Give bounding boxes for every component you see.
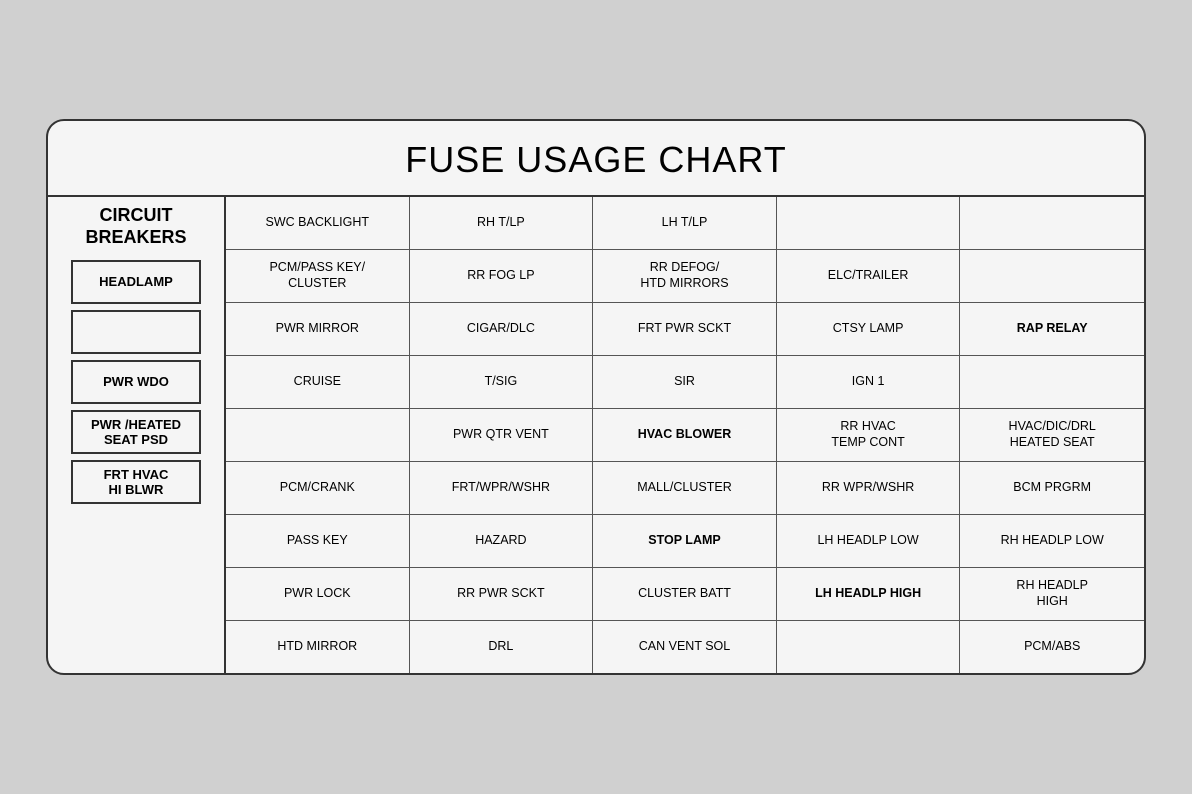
grid-row-0: SWC BACKLIGHTRH T/LPLH T/LP — [226, 197, 1144, 250]
grid-cell-8-1: DRL — [410, 621, 594, 673]
cb-headlamp: HEADLAMP — [71, 260, 201, 304]
grid-cell-4-4: HVAC/DIC/DRLHEATED SEAT — [960, 409, 1144, 461]
left-column: CIRCUITBREAKERS HEADLAMP PWR WDO PWR /HE… — [48, 197, 226, 673]
chart-body: CIRCUITBREAKERS HEADLAMP PWR WDO PWR /HE… — [48, 197, 1144, 673]
cb-pwr-heated-seat: PWR /HEATEDSEAT PSD — [71, 410, 201, 454]
grid-cell-8-4: PCM/ABS — [960, 621, 1144, 673]
grid-cell-8-0: HTD MIRROR — [226, 621, 410, 673]
grid-cell-1-2: RR DEFOG/HTD MIRRORS — [593, 250, 777, 302]
grid-cell-2-0: PWR MIRROR — [226, 303, 410, 355]
grid-cell-7-4: RH HEADLPHIGH — [960, 568, 1144, 620]
grid-cell-0-4 — [960, 197, 1144, 249]
grid-cell-7-1: RR PWR SCKT — [410, 568, 594, 620]
grid-cell-7-0: PWR LOCK — [226, 568, 410, 620]
grid-cell-2-3: CTSY LAMP — [777, 303, 961, 355]
grid-cell-6-3: LH HEADLP LOW — [777, 515, 961, 567]
grid-cell-3-4 — [960, 356, 1144, 408]
grid-cell-6-2: STOP LAMP — [593, 515, 777, 567]
grid-row-4: PWR QTR VENTHVAC BLOWERRR HVACTEMP CONTH… — [226, 409, 1144, 462]
grid-cell-1-0: PCM/PASS KEY/CLUSTER — [226, 250, 410, 302]
grid-cell-5-2: MALL/CLUSTER — [593, 462, 777, 514]
grid-cell-5-1: FRT/WPR/WSHR — [410, 462, 594, 514]
cb-empty — [71, 310, 201, 354]
grid-cell-5-3: RR WPR/WSHR — [777, 462, 961, 514]
fuse-usage-chart: FUSE USAGE CHART CIRCUITBREAKERS HEADLAM… — [46, 119, 1146, 675]
grid-cell-6-0: PASS KEY — [226, 515, 410, 567]
grid-cell-0-3 — [777, 197, 961, 249]
grid-cell-8-2: CAN VENT SOL — [593, 621, 777, 673]
grid-cell-7-3: LH HEADLP HIGH — [777, 568, 961, 620]
grid-cell-0-1: RH T/LP — [410, 197, 594, 249]
grid-cell-2-1: CIGAR/DLC — [410, 303, 594, 355]
grid-cell-4-3: RR HVACTEMP CONT — [777, 409, 961, 461]
grid-cell-2-2: FRT PWR SCKT — [593, 303, 777, 355]
grid: SWC BACKLIGHTRH T/LPLH T/LPPCM/PASS KEY/… — [226, 197, 1144, 673]
grid-cell-1-1: RR FOG LP — [410, 250, 594, 302]
grid-cell-5-0: PCM/CRANK — [226, 462, 410, 514]
grid-cell-1-3: ELC/TRAILER — [777, 250, 961, 302]
grid-cell-1-4 — [960, 250, 1144, 302]
circuit-breakers-header: CIRCUITBREAKERS — [85, 205, 186, 248]
grid-row-8: HTD MIRRORDRLCAN VENT SOL PCM/ABS — [226, 621, 1144, 673]
grid-cell-5-4: BCM PRGRM — [960, 462, 1144, 514]
grid-cell-3-0: CRUISE — [226, 356, 410, 408]
grid-cell-4-0 — [226, 409, 410, 461]
grid-row-5: PCM/CRANKFRT/WPR/WSHRMALL/CLUSTERRR WPR/… — [226, 462, 1144, 515]
grid-row-7: PWR LOCKRR PWR SCKTCLUSTER BATTLH HEADLP… — [226, 568, 1144, 621]
grid-cell-4-2: HVAC BLOWER — [593, 409, 777, 461]
grid-cell-6-4: RH HEADLP LOW — [960, 515, 1144, 567]
grid-cell-2-4: RAP RELAY — [960, 303, 1144, 355]
grid-cell-8-3 — [777, 621, 961, 673]
grid-row-6: PASS KEYHAZARDSTOP LAMPLH HEADLP LOWRH H… — [226, 515, 1144, 568]
cb-frt-hvac: FRT HVACHI BLWR — [71, 460, 201, 504]
grid-cell-3-2: SIR — [593, 356, 777, 408]
grid-cell-4-1: PWR QTR VENT — [410, 409, 594, 461]
grid-row-3: CRUISET/SIGSIRIGN 1 — [226, 356, 1144, 409]
grid-cell-6-1: HAZARD — [410, 515, 594, 567]
grid-cell-7-2: CLUSTER BATT — [593, 568, 777, 620]
grid-row-1: PCM/PASS KEY/CLUSTERRR FOG LPRR DEFOG/HT… — [226, 250, 1144, 303]
grid-cell-0-2: LH T/LP — [593, 197, 777, 249]
grid-cell-3-1: T/SIG — [410, 356, 594, 408]
grid-row-2: PWR MIRRORCIGAR/DLCFRT PWR SCKTCTSY LAMP… — [226, 303, 1144, 356]
grid-cell-3-3: IGN 1 — [777, 356, 961, 408]
cb-pwr-wdo: PWR WDO — [71, 360, 201, 404]
chart-title: FUSE USAGE CHART — [48, 121, 1144, 197]
grid-cell-0-0: SWC BACKLIGHT — [226, 197, 410, 249]
